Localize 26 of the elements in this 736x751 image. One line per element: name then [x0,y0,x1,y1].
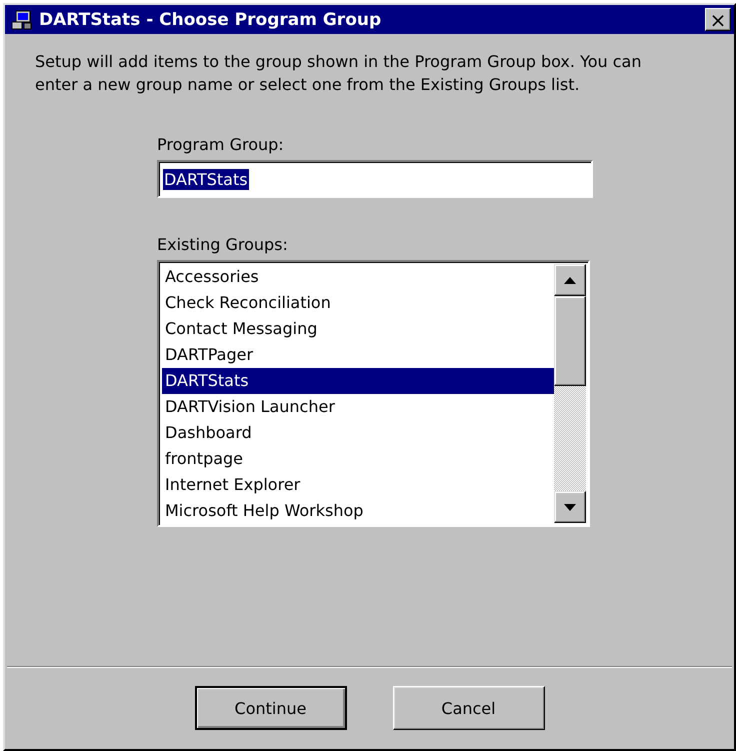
scroll-thumb[interactable] [554,296,586,386]
list-item[interactable]: DARTStats [162,368,554,394]
computer-icon [11,10,33,30]
dialog-button[interactable]: Cancel [392,686,544,730]
close-button[interactable]: × [705,8,731,31]
list-item[interactable]: Accessories [162,264,554,290]
scrollbar[interactable] [554,264,586,523]
list-item[interactable]: frontpage [162,446,554,472]
up-arrow-icon [564,276,576,284]
window-title: DARTStats - Choose Program Group [39,10,382,30]
list-item[interactable]: Microsoft Help Workshop [162,498,554,524]
program-group-label: Program Group: [157,134,285,156]
list-item[interactable]: Dashboard [162,420,554,446]
dialog-button[interactable]: Continue [194,686,346,730]
list-item[interactable]: DARTVision Launcher [162,394,554,420]
list-item[interactable]: Contact Messaging [162,316,554,342]
existing-groups-list[interactable]: Accessories Check Reconciliation Contact Messaging DARTPager DARTStats DARTVision Launcher Dashboard frontpage Internet Explorer Microsoft Help Workshop [157,260,590,527]
program-group-field[interactable]: DARTStats [157,160,593,198]
existing-groups-label: Existing Groups: [157,234,289,256]
scroll-down-button[interactable] [554,491,586,523]
list-item[interactable]: DARTPager [162,342,554,368]
down-arrow-icon [564,504,576,510]
intro-text: Setup will add items to the group shown in the Program Group box. You can enter a new group name or select one from the Existing Groups list. [35,51,642,96]
list-item[interactable]: Internet Explorer [162,472,554,498]
scroll-up-button[interactable] [554,264,586,296]
list-item[interactable]: Check Reconciliation [162,290,554,316]
